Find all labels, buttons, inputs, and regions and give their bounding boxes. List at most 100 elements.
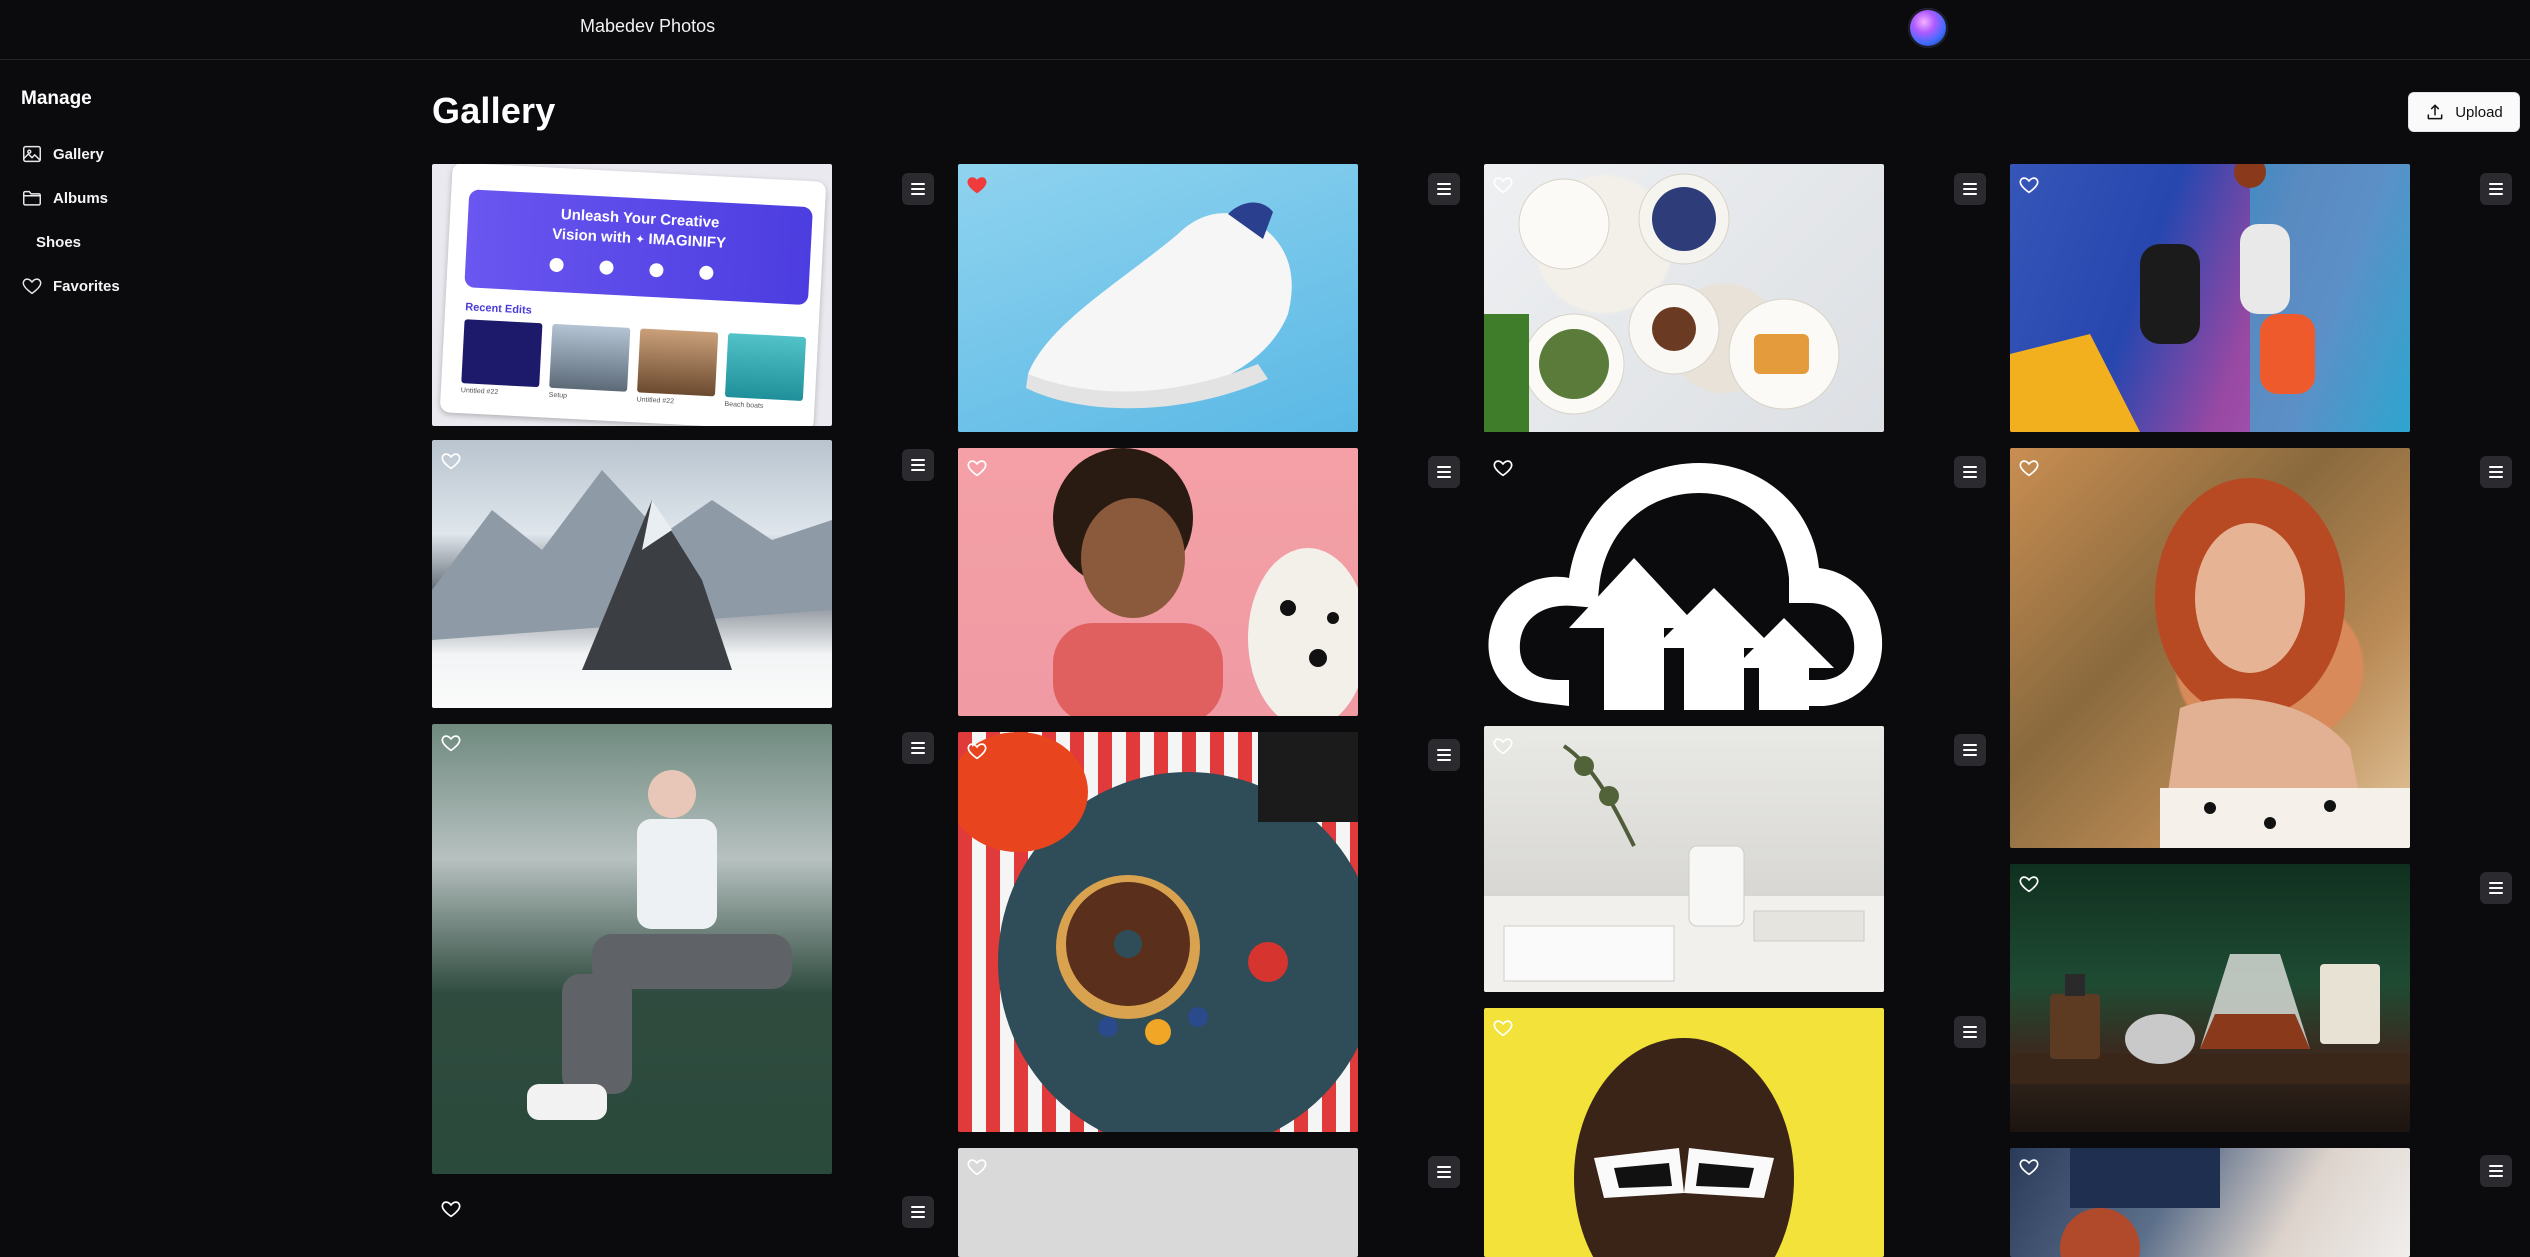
heart-outline-icon bbox=[441, 1201, 461, 1218]
photo-cloud-upload-logo bbox=[1484, 448, 1884, 710]
page-title: Gallery bbox=[432, 90, 556, 131]
screenshot-card: Unleash Your Creative Vision with ✦ IMAG… bbox=[439, 164, 827, 426]
breakfast-shape bbox=[1484, 173, 1840, 432]
heart-outline-icon bbox=[1493, 738, 1513, 755]
photo-menu-button[interactable] bbox=[902, 1196, 934, 1228]
photo-tile[interactable] bbox=[432, 440, 832, 708]
heart-outline-icon bbox=[441, 735, 461, 752]
image-icon bbox=[23, 145, 41, 163]
photo-tile[interactable] bbox=[2010, 1148, 2410, 1257]
favorite-toggle[interactable] bbox=[2018, 1156, 2040, 1178]
heart-outline-icon bbox=[1493, 177, 1513, 194]
coffee-set-shape bbox=[2010, 954, 2410, 1084]
redhead-shape bbox=[2155, 478, 2410, 848]
top-bar: Mabedev Photos bbox=[0, 0, 2530, 60]
favorite-toggle[interactable] bbox=[1492, 457, 1514, 479]
photo-tile[interactable]: Unleash Your Creative Vision with ✦ IMAG… bbox=[432, 164, 832, 426]
photo-menu-button[interactable] bbox=[902, 173, 934, 205]
heart-outline-icon bbox=[967, 1159, 987, 1176]
photo-menu-button[interactable] bbox=[1954, 1016, 1986, 1048]
photo-tile[interactable] bbox=[432, 724, 832, 1174]
photo-tile[interactable] bbox=[1484, 726, 1884, 992]
photo-fashion-store bbox=[2010, 1148, 2410, 1257]
fashion-store-shape bbox=[2060, 1148, 2220, 1257]
favorite-toggle[interactable] bbox=[440, 732, 462, 754]
upload-button[interactable]: Upload bbox=[2408, 92, 2520, 132]
photo-menu-button[interactable] bbox=[1428, 456, 1460, 488]
heart-filled-icon bbox=[967, 177, 987, 194]
photo-snowy-mountain bbox=[432, 440, 832, 708]
photo-white-sneaker bbox=[958, 164, 1358, 432]
thumb-caption: Setup bbox=[548, 391, 568, 400]
sunglasses-man-shape bbox=[1574, 1038, 1794, 1257]
favorite-toggle[interactable] bbox=[1492, 735, 1514, 757]
photo-menu-button[interactable] bbox=[2480, 1155, 2512, 1187]
heart-outline-icon bbox=[1493, 1020, 1513, 1037]
photo-menu-button[interactable] bbox=[2480, 456, 2512, 488]
sidebar-item-label: Gallery bbox=[53, 145, 104, 163]
promo-subline-text: Vision with bbox=[551, 225, 632, 247]
favorite-toggle[interactable] bbox=[966, 174, 988, 196]
photo-menu-button[interactable] bbox=[1428, 1156, 1460, 1188]
upload-label: Upload bbox=[2455, 103, 2503, 121]
promo-brand: IMAGINIFY bbox=[648, 230, 727, 252]
photo-menu-button[interactable] bbox=[2480, 173, 2512, 205]
heart-outline-icon bbox=[2019, 876, 2039, 893]
photo-menu-button[interactable] bbox=[902, 732, 934, 764]
photo-tile[interactable] bbox=[958, 448, 1358, 716]
photo-menu-button[interactable] bbox=[1954, 173, 1986, 205]
photo-menu-button[interactable] bbox=[1954, 734, 1986, 766]
sidebar-item-label: Albums bbox=[53, 189, 109, 207]
thumb-caption: Beach boats bbox=[724, 400, 764, 410]
photo-imaginify-screenshot: Unleash Your Creative Vision with ✦ IMAG… bbox=[432, 164, 832, 426]
photo-tile[interactable] bbox=[2010, 164, 2410, 432]
tool-icon bbox=[549, 257, 564, 273]
photo-tile[interactable] bbox=[958, 1148, 1358, 1257]
photo-sunglasses-man bbox=[1484, 1008, 1884, 1257]
favorite-toggle[interactable] bbox=[2018, 457, 2040, 479]
photo-tile[interactable] bbox=[2010, 448, 2410, 848]
photo-tile[interactable] bbox=[958, 732, 1358, 1132]
sidebar-item-gallery[interactable]: Gallery bbox=[21, 140, 104, 168]
upload-icon bbox=[2427, 104, 2443, 120]
person-silhouette bbox=[527, 770, 792, 1120]
heart-outline-icon bbox=[2019, 460, 2039, 477]
photo-tile[interactable] bbox=[1484, 164, 1884, 432]
user-avatar[interactable] bbox=[1908, 8, 1948, 48]
tool-icon bbox=[649, 262, 664, 278]
favorite-toggle[interactable] bbox=[966, 1156, 988, 1178]
photo-menu-button[interactable] bbox=[1954, 456, 1986, 488]
favorite-toggle[interactable] bbox=[440, 1198, 462, 1220]
photo-tile[interactable] bbox=[958, 164, 1358, 432]
favorite-toggle[interactable] bbox=[966, 740, 988, 762]
photo-menu-button[interactable] bbox=[2480, 872, 2512, 904]
favorite-toggle[interactable] bbox=[440, 450, 462, 472]
photo-gray-photo bbox=[958, 1148, 1358, 1257]
favorite-toggle[interactable] bbox=[966, 457, 988, 479]
sidebar-item-album-shoes[interactable]: Shoes bbox=[36, 228, 81, 256]
tool-icon bbox=[599, 260, 614, 275]
photo-tile[interactable] bbox=[2010, 864, 2410, 1132]
heart-outline-icon bbox=[967, 743, 987, 760]
favorite-toggle[interactable] bbox=[1492, 1017, 1514, 1039]
promo-banner: Unleash Your Creative Vision with ✦ IMAG… bbox=[464, 189, 813, 306]
sidebar-item-albums[interactable]: Albums bbox=[21, 184, 108, 212]
sidebar-item-favorites[interactable]: Favorites bbox=[21, 272, 120, 300]
photo-tile[interactable] bbox=[1484, 448, 1884, 710]
photo-donut-plate bbox=[958, 732, 1358, 1132]
photo-menu-button[interactable] bbox=[1428, 739, 1460, 771]
favorite-toggle[interactable] bbox=[2018, 873, 2040, 895]
photo-tile[interactable] bbox=[1484, 1008, 1884, 1257]
heart-outline-icon bbox=[2019, 177, 2039, 194]
photo-breakfast-table bbox=[1484, 164, 1884, 432]
photo-smiling-woman-dog bbox=[958, 448, 1358, 716]
favorite-toggle[interactable] bbox=[2018, 174, 2040, 196]
photo-menu-button[interactable] bbox=[902, 449, 934, 481]
photo-redhead-portrait bbox=[2010, 448, 2410, 848]
thumb-caption: Untitled #22 bbox=[460, 387, 499, 397]
photo-tile[interactable] bbox=[432, 1190, 832, 1257]
favorite-toggle[interactable] bbox=[1492, 174, 1514, 196]
folder-icon bbox=[23, 190, 41, 206]
photo-menu-button[interactable] bbox=[1428, 173, 1460, 205]
app-title[interactable]: Mabedev Photos bbox=[580, 16, 715, 37]
